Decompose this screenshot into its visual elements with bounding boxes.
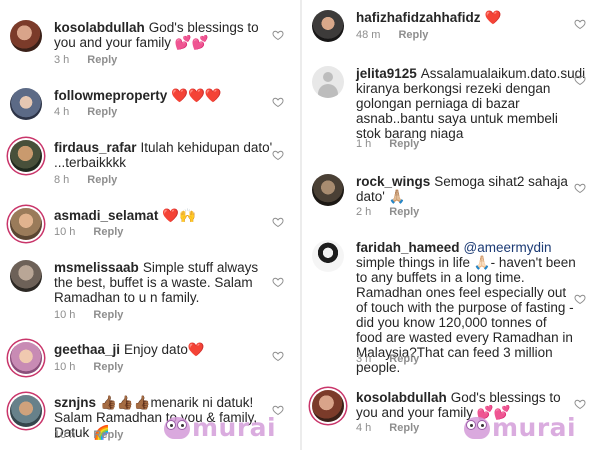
comment-meta: 48 m Reply <box>356 29 428 41</box>
comments-column-left: kosolabdullah God's blessings to you and … <box>0 0 300 450</box>
avatar[interactable] <box>10 20 42 52</box>
like-heart-icon[interactable] <box>574 74 586 86</box>
comment-text: ❤️❤️❤️ <box>171 88 222 103</box>
reply-button[interactable]: Reply <box>87 54 117 66</box>
comment-meta: 10 h Reply <box>54 226 123 238</box>
reply-button[interactable]: Reply <box>389 138 419 150</box>
comment-meta: 8 h Reply <box>54 174 117 186</box>
like-heart-icon[interactable] <box>574 182 586 194</box>
comment-username[interactable]: geethaa_ji <box>54 342 120 357</box>
comment-meta: 10 h Reply <box>54 429 123 441</box>
comment-username[interactable]: kosolabdullah <box>54 20 145 35</box>
reply-button[interactable]: Reply <box>389 206 419 218</box>
like-heart-icon[interactable] <box>272 96 284 108</box>
like-heart-icon[interactable] <box>272 276 284 288</box>
comment-text: Enjoy dato❤️ <box>124 342 205 357</box>
comment-username[interactable]: hafizhafidzahhafidz <box>356 10 481 25</box>
like-heart-icon[interactable] <box>272 149 284 161</box>
avatar[interactable] <box>10 208 42 240</box>
comment-username[interactable]: msmelissaab <box>54 260 139 275</box>
reply-button[interactable]: Reply <box>87 174 117 186</box>
comment-body: firdaus_rafar Itulah kehidupan dato' ...t… <box>54 140 274 170</box>
comment-text: ❤️🙌 <box>162 208 196 223</box>
comment-body: rock_wings Semoga sihat2 sahaja dato' 🙏🏼 <box>356 174 576 204</box>
avatar[interactable] <box>10 88 42 120</box>
comment-username[interactable]: firdaus_rafar <box>54 140 137 155</box>
avatar[interactable] <box>312 66 344 98</box>
comment-time: 10 h <box>54 226 76 238</box>
reply-button[interactable]: Reply <box>398 29 428 41</box>
avatar[interactable] <box>312 10 344 42</box>
watermark-brand: murai <box>192 412 277 442</box>
avatar[interactable] <box>312 174 344 206</box>
comment-meta: 1 h Reply <box>356 138 419 150</box>
comment-time: 48 m <box>356 29 381 41</box>
comment-body: jelita9125 Assalamualaikum.dato.sudi kira… <box>356 66 585 141</box>
comment-username[interactable]: followmeproperty <box>54 88 167 103</box>
avatar[interactable] <box>10 342 42 374</box>
like-heart-icon[interactable] <box>574 398 586 410</box>
comment-username[interactable]: sznjns <box>54 395 96 410</box>
comment-username[interactable]: faridah_hameed <box>356 240 460 255</box>
comment-time: 10 h <box>54 429 76 441</box>
comment-time: 2 h <box>356 206 372 218</box>
comment-meta: 4 h Reply <box>356 422 419 434</box>
owl-logo-icon <box>164 415 190 439</box>
comment-time: 1 h <box>356 138 372 150</box>
comment-time: 3 h <box>356 353 372 365</box>
avatar[interactable] <box>10 260 42 292</box>
watermark-brand: murai <box>492 412 577 442</box>
comment-time: 4 h <box>356 422 372 434</box>
comment-username[interactable]: rock_wings <box>356 174 430 189</box>
comment-username[interactable]: jelita9125 <box>356 66 417 81</box>
comment-text: ❤️ <box>484 10 502 25</box>
avatar[interactable] <box>312 240 344 272</box>
reply-button[interactable]: Reply <box>93 309 123 321</box>
comment-time: 4 h <box>54 106 70 118</box>
owl-logo-icon <box>464 415 490 439</box>
comment-username[interactable]: kosolabdullah <box>356 390 447 405</box>
comment-meta: 2 h Reply <box>356 206 419 218</box>
comment-time: 10 h <box>54 309 76 321</box>
comment-body: kosolabdullah God's blessings to you and … <box>54 20 274 50</box>
murai-watermark-logo: murai <box>464 412 577 442</box>
reply-button[interactable]: Reply <box>389 422 419 434</box>
murai-watermark-logo: murai <box>164 412 277 442</box>
comments-column-right: hafizhafidzahhafidz ❤️ 48 m Reply jelita91… <box>302 0 600 450</box>
reply-button[interactable]: Reply <box>389 353 419 365</box>
like-heart-icon[interactable] <box>574 18 586 30</box>
comment-body: followmeproperty ❤️❤️❤️ <box>54 88 274 103</box>
like-heart-icon[interactable] <box>574 293 586 305</box>
comment-body: asmadi_selamat ❤️🙌 <box>54 208 274 223</box>
reply-button[interactable]: Reply <box>93 429 123 441</box>
comment-meta: 4 h Reply <box>54 106 117 118</box>
avatar[interactable] <box>10 395 42 427</box>
comment-meta: 10 h Reply <box>54 309 123 321</box>
comment-time: 10 h <box>54 361 76 373</box>
comment-body: hafizhafidzahhafidz ❤️ <box>356 10 576 25</box>
like-heart-icon[interactable] <box>272 216 284 228</box>
reply-button[interactable]: Reply <box>93 226 123 238</box>
comment-meta: 10 h Reply <box>54 361 123 373</box>
like-heart-icon[interactable] <box>272 350 284 362</box>
comment-mention-link[interactable]: @ameermydin <box>464 240 552 255</box>
avatar[interactable] <box>312 390 344 422</box>
reply-button[interactable]: Reply <box>87 106 117 118</box>
comment-time: 8 h <box>54 174 70 186</box>
comment-body: geethaa_ji Enjoy dato❤️ <box>54 342 274 357</box>
reply-button[interactable]: Reply <box>93 361 123 373</box>
comment-body: msmelissaab Simple stuff always the best,… <box>54 260 274 305</box>
comment-time: 3 h <box>54 54 70 66</box>
comment-meta: 3 h Reply <box>54 54 117 66</box>
comment-meta: 3 h Reply <box>356 353 419 365</box>
avatar[interactable] <box>10 140 42 172</box>
comment-username[interactable]: asmadi_selamat <box>54 208 158 223</box>
like-heart-icon[interactable] <box>272 29 284 41</box>
